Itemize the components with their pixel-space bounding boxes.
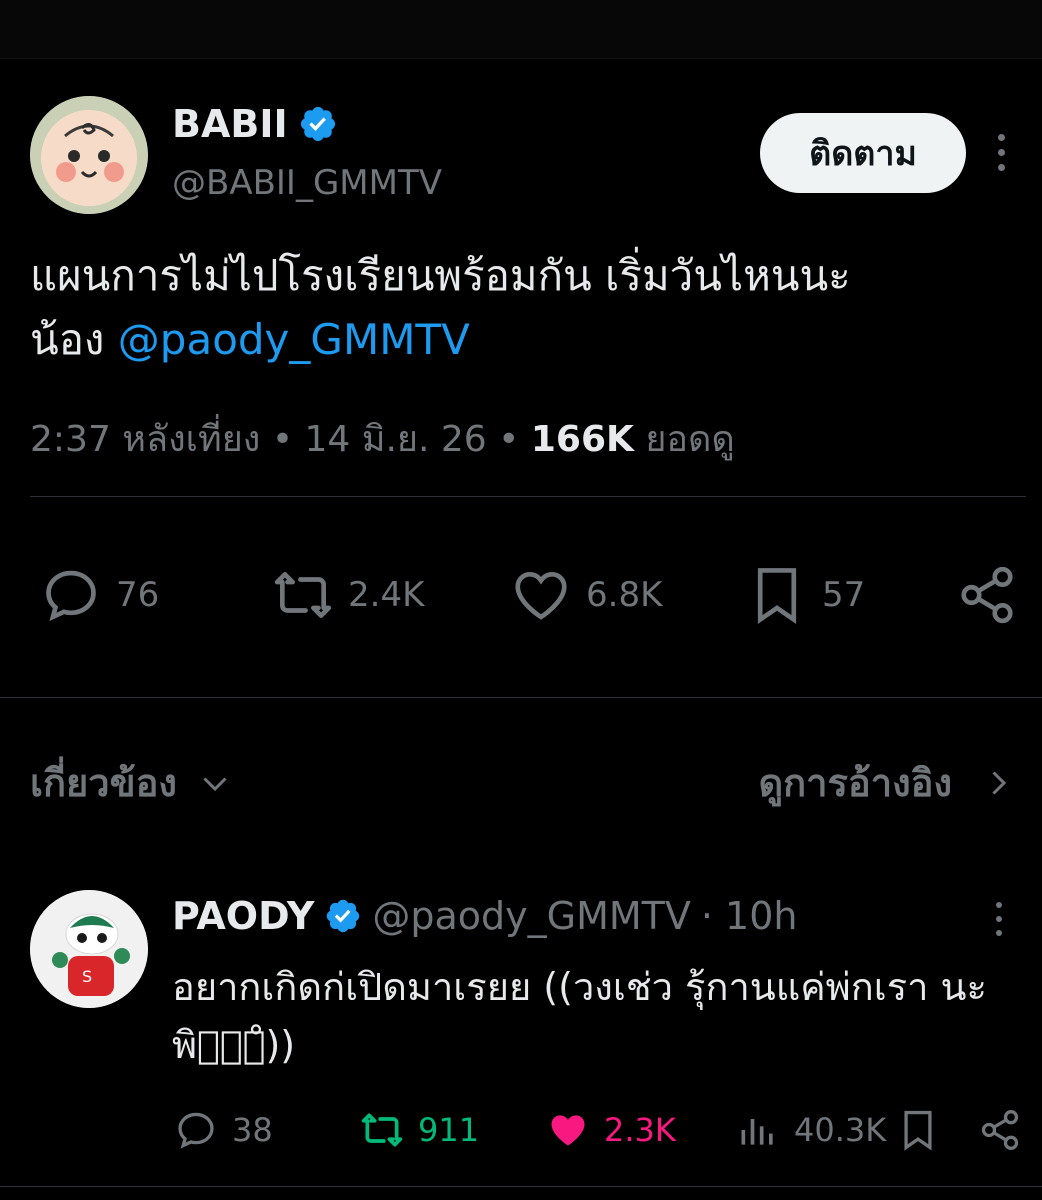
divider	[0, 1186, 1042, 1187]
tweet-text-line1: แผนการไม่ไปโรงเรียนพร้อมกัน เริ่มวันไหนน…	[30, 251, 851, 300]
reply-button[interactable]: 76	[40, 555, 159, 635]
tweet-text: แผนการไม่ไปโรงเรียนพร้อมกัน เริ่มวันไหนน…	[30, 244, 1020, 372]
share-button[interactable]	[956, 555, 1018, 635]
avatar[interactable]	[30, 96, 148, 214]
meta-separator: •	[486, 419, 531, 460]
display-name-text[interactable]: BABII	[172, 102, 288, 146]
divider	[30, 496, 1026, 497]
like-icon	[515, 572, 567, 620]
more-icon[interactable]	[990, 134, 1012, 174]
view-quotes-label: ดูการอ้างอิง	[758, 761, 952, 805]
reply-repost-button[interactable]: 911	[360, 1100, 479, 1160]
follow-button[interactable]: ติดตาม	[760, 113, 966, 193]
chevron-right-icon	[992, 770, 1007, 795]
related-label: เกี่ยวข้อง	[30, 761, 177, 805]
like-count: 6.8K	[586, 575, 663, 615]
reply-reply-button[interactable]: 38	[174, 1100, 273, 1160]
reply-like-button[interactable]: 2.3K	[546, 1100, 676, 1160]
reply-reply-count: 38	[232, 1111, 273, 1149]
bookmark-icon	[904, 1110, 932, 1151]
handle[interactable]: @BABII_GMMTV	[172, 163, 442, 203]
tweet-time[interactable]: 2:37 หลังเที่ยง	[30, 419, 260, 460]
reply-time[interactable]: · 10h	[701, 894, 798, 938]
repost-button[interactable]: 2.4K	[272, 555, 424, 635]
reply-handle[interactable]: @paody_GMMTV	[372, 894, 691, 938]
reply-bookmark-button[interactable]	[896, 1100, 940, 1160]
reply-like-count: 2.3K	[604, 1111, 676, 1149]
tweet-date[interactable]: 14 มิ.ย. 26	[305, 419, 487, 460]
views-count[interactable]: 166K	[531, 419, 634, 460]
display-name[interactable]: BABII	[172, 102, 338, 146]
reply-header: PAODY @paody_GMMTV · 10h	[172, 894, 797, 938]
reply-count: 76	[116, 575, 160, 615]
reply-avatar[interactable]: S	[30, 890, 148, 1008]
reply-icon	[178, 1112, 214, 1149]
views-icon	[741, 1119, 773, 1145]
reply-views-count: 40.3K	[794, 1111, 887, 1149]
top-bar	[0, 0, 1042, 59]
repost-icon	[361, 1113, 403, 1147]
action-bar: 76 2.4K 6.8K 57	[0, 555, 1042, 635]
share-icon	[981, 1110, 1019, 1150]
view-quotes-link[interactable]: ดูการอ้างอิง	[758, 752, 1016, 813]
bookmark-icon	[757, 568, 797, 624]
reply-repost-count: 911	[418, 1111, 480, 1149]
divider	[0, 697, 1042, 698]
like-button[interactable]: 6.8K	[510, 555, 662, 635]
reply-display-name[interactable]: PAODY	[172, 894, 314, 938]
views-label[interactable]: ยอดดู	[634, 419, 734, 460]
related-toggle[interactable]: เกี่ยวข้อง	[30, 752, 233, 813]
mention-link[interactable]: @paody_GMMTV	[118, 315, 470, 364]
bookmark-count: 57	[822, 575, 866, 615]
reply-icon	[46, 570, 96, 622]
chevron-down-icon	[203, 776, 227, 791]
reply-action-bar: 38 911 2.3K 40.3K	[0, 1100, 1042, 1160]
reply-text: อยากเกิดก่เปิดมาเรยย ((วงเช่ว รุ้กานแค่พ…	[172, 965, 987, 1067]
reply-views-button[interactable]: 40.3K	[736, 1100, 886, 1160]
tweet-text-line2: น้อง	[30, 315, 118, 364]
like-icon	[551, 1115, 585, 1146]
bookmark-button[interactable]: 57	[746, 555, 865, 635]
share-icon	[961, 566, 1013, 624]
verified-badge-icon	[327, 899, 360, 933]
meta-separator: •	[260, 419, 305, 460]
reply-share-button[interactable]	[978, 1100, 1022, 1160]
repost-count: 2.4K	[348, 575, 425, 615]
svg-text:S: S	[82, 967, 92, 986]
more-icon[interactable]	[992, 902, 1006, 942]
repost-icon	[274, 572, 332, 618]
verified-badge-icon	[300, 106, 335, 142]
tweet-meta: 2:37 หลังเที่ยง • 14 มิ.ย. 26 • 166K ยอด…	[30, 410, 735, 467]
